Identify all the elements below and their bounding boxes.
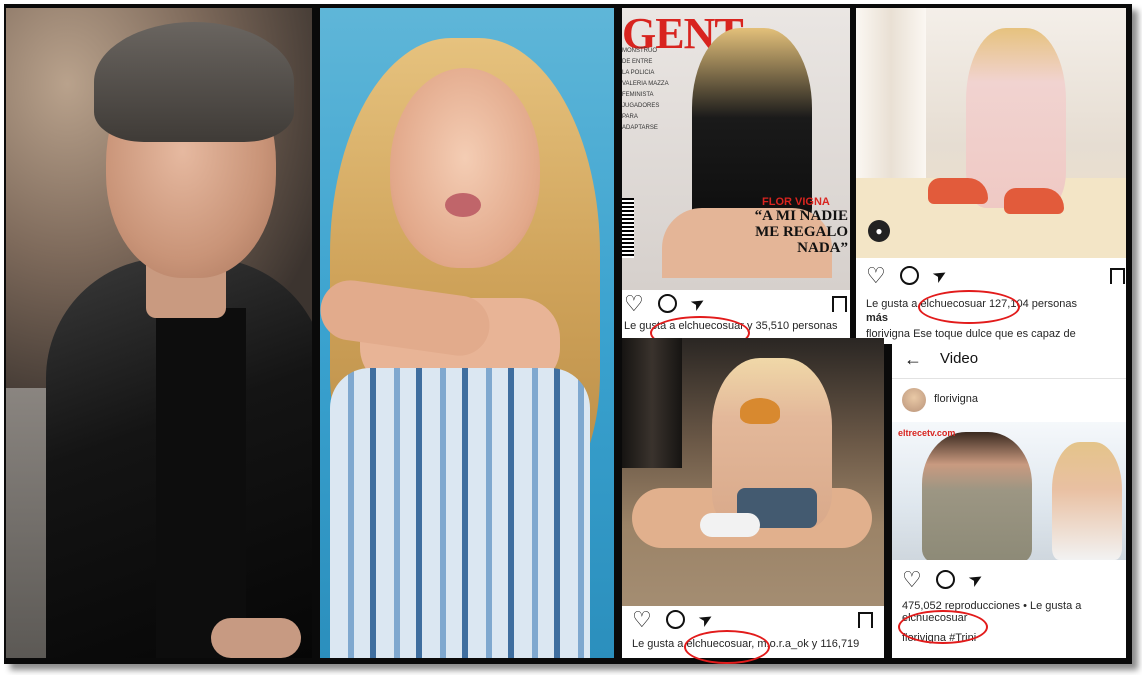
likes-prefix: Le gusta a xyxy=(632,638,684,650)
heart-icon[interactable] xyxy=(902,571,922,589)
black-shirt xyxy=(156,308,246,658)
send-icon[interactable] xyxy=(699,611,719,629)
woman-blowing-kiss-photo xyxy=(320,8,614,658)
action-icons xyxy=(866,266,953,285)
ticker-line: LA POLICIA xyxy=(622,70,655,76)
avatar[interactable] xyxy=(902,388,926,412)
woman-sitting xyxy=(966,28,1066,208)
red-sneaker xyxy=(1004,188,1064,214)
ticker-line: PARA xyxy=(622,114,638,120)
ticker-line: FEMINISTA xyxy=(622,92,654,98)
ticker-line: DE ENTRE xyxy=(622,59,653,65)
cover-headline: “A MI NADIE ME REGALO NADA” xyxy=(754,208,848,256)
arrow-left-icon[interactable]: ← xyxy=(904,349,922,370)
video-header: ← Video xyxy=(892,344,1126,379)
ticker-line: ADAPTARSE xyxy=(622,125,658,131)
view-count: 475,052 reproducciones xyxy=(902,600,1021,612)
likes-count: y 35,510 personas xyxy=(746,320,838,332)
video-player[interactable]: eltrecetv.com xyxy=(892,422,1126,560)
bed-photo[interactable]: ● xyxy=(856,8,1126,258)
heart-icon[interactable] xyxy=(624,295,644,313)
comment-icon[interactable] xyxy=(936,570,955,589)
cover-name: FLOR VIGNA xyxy=(762,196,830,208)
send-icon[interactable] xyxy=(691,295,711,313)
magazine-cover-image[interactable]: GENT MONSTRUO DE ENTRE LA POLICIA VALERI… xyxy=(622,8,850,290)
caption: florivigna Ese toque dulce que es capaz … xyxy=(866,328,1076,340)
man-hair xyxy=(94,22,294,142)
highlight-circle xyxy=(918,290,1020,324)
cover-ticker: MONSTRUO DE ENTRE LA POLICIA VALERIA MAZ… xyxy=(622,48,682,198)
send-icon[interactable] xyxy=(969,571,989,589)
bar-stool xyxy=(622,338,682,468)
bookmark-icon[interactable] xyxy=(858,612,873,628)
channel-watermark: eltrecetv.com xyxy=(898,428,956,438)
highlight-circle xyxy=(898,610,988,644)
action-icons xyxy=(632,610,719,629)
man-portrait-photo xyxy=(6,8,312,658)
pizza-slice xyxy=(740,398,780,424)
red-sneaker xyxy=(928,178,988,204)
woman-face xyxy=(390,68,540,268)
action-icons xyxy=(624,294,711,313)
action-icons xyxy=(902,570,989,589)
likes-more: más xyxy=(866,312,889,324)
hand xyxy=(211,618,301,658)
comment-icon[interactable] xyxy=(900,266,919,285)
likes-prefix: Le gusta a xyxy=(866,298,918,310)
bookmark-icon[interactable] xyxy=(832,296,847,312)
ticker-line: MONSTRUO xyxy=(622,48,657,54)
likes-prefix: • Le gusta a xyxy=(1023,600,1082,612)
man-in-video xyxy=(922,432,1032,560)
send-icon[interactable] xyxy=(933,267,953,285)
highlight-circle xyxy=(684,630,770,664)
pizza-photo[interactable] xyxy=(622,338,884,606)
heart-icon[interactable] xyxy=(866,267,886,285)
person-icon[interactable]: ● xyxy=(868,220,890,242)
striped-top xyxy=(330,368,590,658)
ticker-line: JUGADORES xyxy=(622,103,660,109)
woman-in-video xyxy=(1052,442,1122,560)
post-username[interactable]: florivigna xyxy=(934,393,978,405)
header-title: Video xyxy=(940,350,979,367)
comment-icon[interactable] xyxy=(666,610,685,629)
barcode xyxy=(622,198,634,258)
white-sneaker xyxy=(700,513,760,537)
bookmark-icon[interactable] xyxy=(1110,268,1125,284)
heart-icon[interactable] xyxy=(632,611,652,629)
ticker-line: VALERIA MAZZA xyxy=(622,81,669,87)
lips xyxy=(445,193,481,217)
comment-icon[interactable] xyxy=(658,294,677,313)
caption-text: Ese toque dulce que es capaz de xyxy=(913,328,1076,340)
